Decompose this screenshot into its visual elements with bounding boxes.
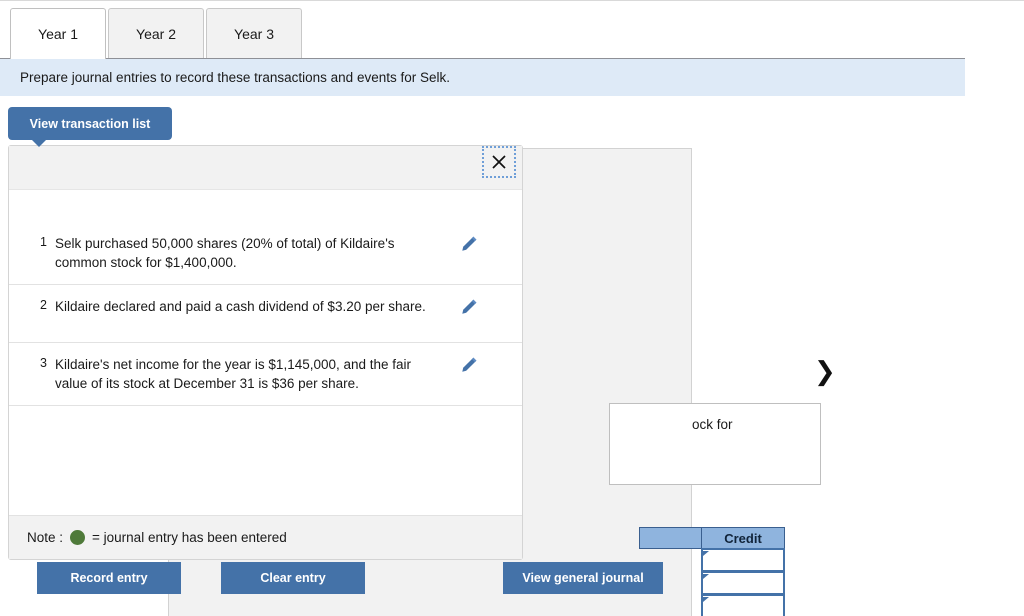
chevron-right-icon[interactable]: ❯ [814,359,836,385]
clear-entry-label: Clear entry [260,571,326,585]
instruction-text: Prepare journal entries to record these … [20,70,450,85]
entered-indicator-dot [70,530,86,545]
credit-input-cell[interactable] [701,594,785,616]
transaction-text: Selk purchased 50,000 shares (20% of tot… [55,236,395,270]
view-general-journal-label: View general journal [522,571,644,585]
tab-year-2-label: Year 2 [136,25,176,42]
record-entry-button[interactable]: Record entry [37,562,181,594]
transaction-text: Kildaire's net income for the year is $1… [55,357,412,391]
close-icon[interactable] [482,146,516,178]
credit-input-cell[interactable] [701,571,785,595]
record-entry-label: Record entry [70,571,148,585]
note-prefix-label: Note : [27,530,64,545]
pencil-icon[interactable] [447,355,491,374]
view-transaction-list-button[interactable]: View transaction list [8,107,172,140]
tab-year-3-label: Year 3 [234,25,274,42]
transaction-list-note: Note : = journal entry has been entered [9,515,522,559]
pencil-icon[interactable] [447,297,491,316]
app-root: Year 1 Year 2 Year 3 Prepare journal ent… [0,0,1024,616]
journal-col-credit-header: Credit [701,527,785,549]
view-general-journal-button[interactable]: View general journal [503,562,663,594]
pencil-icon[interactable] [447,234,491,253]
transaction-list-popup: 1 Selk purchased 50,000 shares (20% of t… [8,145,523,560]
credit-input-cell[interactable] [701,548,785,572]
tab-year-2[interactable]: Year 2 [108,8,204,58]
tab-year-1[interactable]: Year 1 [10,8,106,59]
journal-table-header-row: Credit [639,527,785,549]
view-transaction-list-label: View transaction list [29,116,151,131]
action-button-bar: Record entry Clear entry View general jo… [0,560,692,616]
transaction-number: 3 [40,356,47,370]
transaction-text: Kildaire declared and paid a cash divide… [55,299,426,314]
note-suffix-label: = journal entry has been entered [92,530,287,545]
journal-col-spacer [639,527,701,549]
transaction-list-body: 1 Selk purchased 50,000 shares (20% of t… [9,222,522,547]
tabstrip-topline [0,0,1024,1]
transaction-number: 1 [40,235,47,249]
list-item[interactable]: 3 Kildaire's net income for the year is … [9,343,522,406]
list-item[interactable]: 2 Kildaire declared and paid a cash divi… [9,285,522,343]
transaction-number: 2 [40,298,47,312]
journal-memo-textbox[interactable]: ock for [609,403,821,485]
journal-memo-text: ock for [692,417,733,432]
popup-pointer-tail [31,139,47,147]
instruction-bar: Prepare journal entries to record these … [0,58,965,96]
clear-entry-button[interactable]: Clear entry [221,562,365,594]
year-tabstrip: Year 1 Year 2 Year 3 [0,0,1024,59]
tab-year-1-label: Year 1 [38,26,78,42]
list-item[interactable]: 1 Selk purchased 50,000 shares (20% of t… [9,222,522,285]
transaction-list-header [9,146,522,190]
tab-year-3[interactable]: Year 3 [206,8,302,58]
